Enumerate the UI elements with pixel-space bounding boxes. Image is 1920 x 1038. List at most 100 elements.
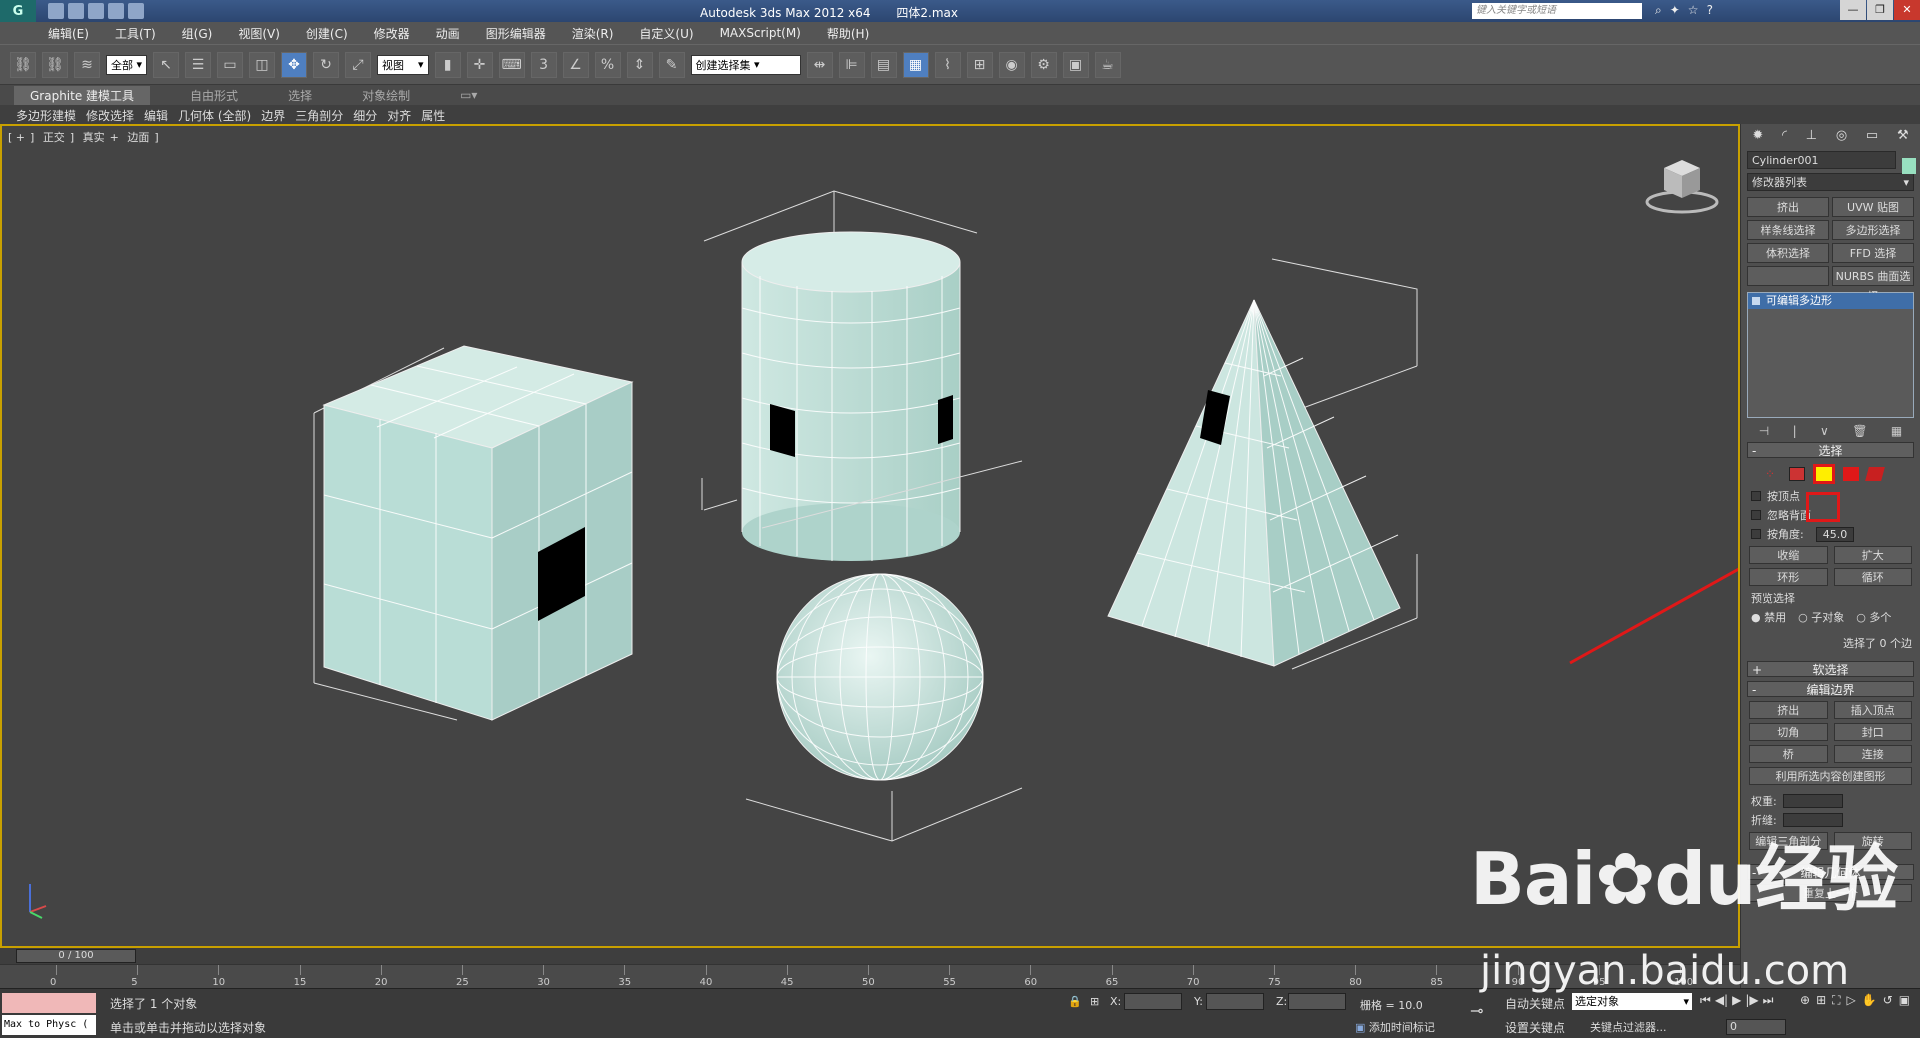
selection-filter-dropdown[interactable]: 全部 ▾ <box>106 54 148 75</box>
play-icon[interactable]: ▶ <box>1732 993 1741 1008</box>
pyramid-object[interactable] <box>1107 258 1418 670</box>
modifier-list-dropdown[interactable]: 修改器列表 ▾ <box>1747 173 1914 191</box>
menu-maxscript[interactable]: MAXScript(M) <box>720 26 801 40</box>
menu-edit[interactable]: 编辑(E) <box>48 25 89 42</box>
vertex-mode-icon[interactable]: ⁘ <box>1765 467 1781 481</box>
menu-modifiers[interactable]: 修改器 <box>374 25 410 42</box>
help-icon[interactable]: ? <box>1707 3 1713 18</box>
by-angle-checkbox[interactable]: 按角度: 45.0 <box>1751 526 1910 542</box>
new-file-icon[interactable] <box>48 3 64 19</box>
radio-multi[interactable]: ○ 多个 <box>1856 609 1891 625</box>
layer-manager-icon[interactable]: ▤ <box>870 51 897 78</box>
soft-selection-rollout[interactable]: + 软选择 <box>1747 661 1914 677</box>
hierarchy-tab-icon[interactable]: ⊥ <box>1806 128 1817 143</box>
next-frame-icon[interactable]: |▶ <box>1745 993 1758 1008</box>
open-file-icon[interactable] <box>68 3 84 19</box>
maxscript-output[interactable]: Max to Physc ( <box>2 1015 96 1035</box>
app-logo[interactable]: G <box>0 0 36 22</box>
set-key-button[interactable]: 设置关键点 <box>1505 1019 1565 1036</box>
edge-mode-icon[interactable] <box>1789 467 1805 481</box>
restore-button[interactable]: ❐ <box>1867 0 1893 20</box>
menu-rendering[interactable]: 渲染(R) <box>572 25 614 42</box>
mod-btn-nurbs[interactable]: NURBS 曲面选择 <box>1832 266 1914 303</box>
box-object[interactable] <box>313 345 634 721</box>
link-icon[interactable]: ⛓ <box>10 51 36 78</box>
mod-btn-uvw[interactable]: UVW 贴图 <box>1832 197 1914 217</box>
redo-icon[interactable] <box>128 3 144 19</box>
y-coord-field[interactable] <box>1206 993 1264 1010</box>
zoom-all-icon[interactable]: ⊞ <box>1816 993 1826 1008</box>
motion-tab-icon[interactable]: ◎ <box>1836 128 1847 143</box>
viewcube-icon[interactable] <box>1645 160 1719 214</box>
border-mode-icon[interactable] <box>1813 464 1835 484</box>
mirror-icon[interactable]: ⇹ <box>806 51 833 78</box>
mod-btn-empty[interactable] <box>1747 266 1829 286</box>
remove-modifier-icon[interactable]: 🗑 <box>1852 424 1867 438</box>
add-time-tag[interactable]: ▣ 添加时间标记 <box>1355 1019 1435 1035</box>
angle-snap-icon[interactable]: ∠ <box>562 51 589 78</box>
connect-button[interactable]: 连接 <box>1833 745 1912 763</box>
panel-edit[interactable]: 编辑 <box>144 107 168 124</box>
bridge-button[interactable]: 桥 <box>1749 745 1828 763</box>
render-setup-icon[interactable]: ⚙ <box>1030 51 1057 78</box>
menu-help[interactable]: 帮助(H) <box>827 25 869 42</box>
panel-poly-modeling[interactable]: 多边形建模 <box>16 107 76 124</box>
tab-graphite[interactable]: Graphite 建模工具 <box>14 85 151 105</box>
close-button[interactable]: ✕ <box>1894 0 1920 20</box>
ribbon-options-icon[interactable]: ▭▾ <box>460 88 477 102</box>
go-to-start-icon[interactable]: ⏮ <box>1700 993 1711 1008</box>
element-mode-icon[interactable] <box>1865 467 1885 481</box>
rotate-icon[interactable]: ↻ <box>313 51 340 78</box>
track-bar[interactable]: 0 5 10 15 20 25 30 35 40 45 50 55 60 65 70 75 80 85 90 95 10… <box>0 964 1740 988</box>
menu-group[interactable]: 组(G) <box>182 25 213 42</box>
fov-icon[interactable]: ▷ <box>1847 993 1856 1008</box>
menu-view[interactable]: 视图(V) <box>238 25 280 42</box>
zoom-extents-icon[interactable]: ⛶ <box>1832 993 1840 1008</box>
binoculars-icon[interactable]: ⌕ <box>1655 3 1662 18</box>
star-icon[interactable]: ☆ <box>1688 3 1699 18</box>
z-coord-field[interactable] <box>1288 993 1346 1010</box>
reference-coord-dropdown[interactable]: 视图 ▾ <box>377 54 429 75</box>
x-coord-field[interactable] <box>1124 993 1182 1010</box>
menu-animation[interactable]: 动画 <box>436 25 460 42</box>
panel-modify-selection[interactable]: 修改选择 <box>86 107 134 124</box>
pan-icon[interactable]: ✋ <box>1862 993 1877 1008</box>
select-object-icon[interactable]: ↖ <box>153 51 180 78</box>
panel-properties[interactable]: 属性 <box>421 107 445 124</box>
configure-sets-icon[interactable]: ▦ <box>1891 424 1902 438</box>
ring-button[interactable]: 环形 <box>1749 568 1828 586</box>
menu-tools[interactable]: 工具(T) <box>115 25 156 42</box>
cap-button[interactable]: 封口 <box>1833 723 1912 741</box>
panel-geometry[interactable]: 几何体 (全部) <box>178 107 251 124</box>
extrude-button[interactable]: 挤出 <box>1749 701 1828 719</box>
move-icon[interactable]: ✥ <box>281 51 308 78</box>
panel-triangulation[interactable]: 三角剖分 <box>295 107 343 124</box>
menu-create[interactable]: 创建(C) <box>306 25 348 42</box>
panel-align[interactable]: 对齐 <box>387 107 411 124</box>
make-unique-icon[interactable]: ∨ <box>1820 424 1829 438</box>
named-selection-dropdown[interactable]: 创建选择集 ▾ <box>690 54 801 75</box>
current-frame-field[interactable]: 0 <box>1726 1019 1786 1035</box>
bind-space-warp-icon[interactable]: ≋ <box>74 51 100 78</box>
maximize-viewport-icon[interactable]: ▣ <box>1899 993 1910 1008</box>
panel-border[interactable]: 边界 <box>261 107 285 124</box>
utilities-tab-icon[interactable]: ⚒ <box>1897 128 1909 143</box>
graphite-toggle-icon[interactable]: ▦ <box>902 51 929 78</box>
polygon-mode-icon[interactable] <box>1843 467 1859 481</box>
unlink-icon[interactable]: ⛓ <box>42 51 68 78</box>
material-editor-icon[interactable]: ◉ <box>998 51 1025 78</box>
maxscript-listener-input[interactable] <box>2 993 96 1013</box>
select-by-name-icon[interactable]: ☰ <box>185 51 212 78</box>
tools-icon[interactable]: ✦ <box>1670 3 1680 18</box>
radio-subobj[interactable]: ○ 子对象 <box>1798 609 1844 625</box>
modify-tab-icon[interactable]: ◜ <box>1782 128 1787 143</box>
tab-freeform[interactable]: 自由形式 <box>190 87 238 104</box>
help-search-input[interactable]: 键入关键字或短语 <box>1472 3 1642 19</box>
radio-disable[interactable]: ● 禁用 <box>1751 609 1786 625</box>
percent-snap-icon[interactable]: % <box>594 51 621 78</box>
object-name-field[interactable]: Cylinder001 <box>1747 151 1896 169</box>
modifier-stack[interactable]: 可编辑多边形 <box>1747 292 1914 418</box>
edit-borders-rollout[interactable]: - 编辑边界 <box>1747 681 1914 697</box>
schematic-view-icon[interactable]: ⊞ <box>966 51 993 78</box>
stack-item-editable-poly[interactable]: 可编辑多边形 <box>1748 293 1913 309</box>
